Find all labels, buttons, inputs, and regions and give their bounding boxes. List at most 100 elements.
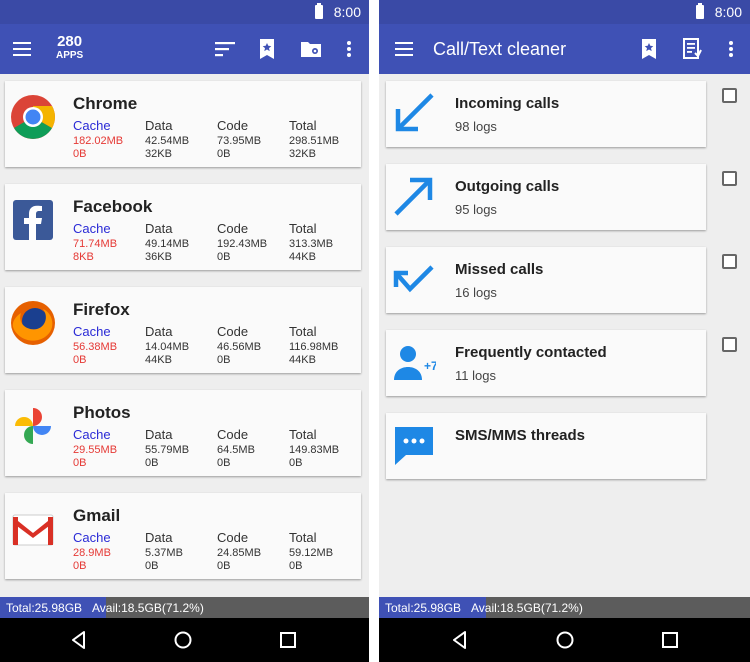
app-cache-screen: 8:00 280 APPS Chrome Cache 182.02MB 0B D… — [0, 0, 369, 662]
folder-settings-icon[interactable] — [299, 37, 323, 61]
total-value: 298.51MB — [289, 135, 340, 147]
cache-label: Cache — [73, 427, 111, 442]
recents-icon[interactable] — [660, 630, 680, 650]
code-value: 73.95MB — [217, 135, 262, 147]
bookmark-star-icon[interactable] — [255, 37, 279, 61]
data-value-2: 36KB — [145, 251, 172, 263]
code-column: Code 64.5MB 0B — [217, 428, 255, 470]
frequently-contacted-checkbox[interactable] — [722, 337, 737, 352]
storage-total: Total:25.98GB — [6, 601, 83, 615]
item-count: 16 logs — [455, 285, 497, 300]
code-value-2: 0B — [217, 251, 231, 263]
cache-value: 71.74MB — [73, 238, 118, 250]
data-column: Data 42.54MB 32KB — [145, 119, 189, 161]
cache-column: Cache 182.02MB 0B — [73, 119, 123, 161]
cache-column: Cache 29.55MB 0B — [73, 428, 117, 470]
back-icon[interactable] — [69, 630, 89, 650]
cache-value-2: 8KB — [73, 251, 94, 263]
call-text-cleaner-screen: 8:00 Call/Text cleaner Incoming calls 98… — [379, 0, 750, 662]
app-name: Photos — [73, 403, 131, 422]
menu-icon[interactable] — [392, 37, 416, 61]
total-value: 116.98MB — [289, 341, 339, 353]
storage-available: Avail:18.5GB(71.2%) — [471, 601, 583, 615]
cache-value: 29.55MB — [73, 444, 118, 456]
recents-icon[interactable] — [278, 630, 298, 650]
home-icon[interactable] — [555, 630, 575, 650]
total-label: Total — [289, 324, 317, 339]
back-icon[interactable] — [450, 630, 470, 650]
cache-label: Cache — [73, 324, 111, 339]
total-value-2: 44KB — [289, 354, 316, 366]
storage-bar: Total:25.98GB Avail:18.5GB(71.2%) — [0, 597, 369, 618]
sms-mms-threads-card[interactable]: SMS/MMS threads — [386, 413, 706, 479]
code-label: Code — [217, 530, 249, 545]
code-value: 64.5MB — [217, 444, 255, 456]
missed-calls-card[interactable]: Missed calls 16 logs — [386, 247, 706, 313]
app-card-gmail[interactable]: Gmail Cache 28.9MB 0B Data 5.37MB 0B Code 24.… — [5, 493, 361, 579]
data-value: 5.37MB — [145, 547, 183, 559]
incoming-calls-checkbox[interactable] — [722, 88, 737, 103]
code-value: 24.85MB — [217, 547, 262, 559]
page-title: Call/Text cleaner — [433, 39, 567, 59]
code-label: Code — [217, 427, 249, 442]
incoming-calls-card[interactable]: Incoming calls 98 logs — [386, 81, 706, 147]
item-count: 98 logs — [455, 119, 497, 134]
app-card-chrome[interactable]: Chrome Cache 182.02MB 0B Data 42.54MB 32KB C… — [5, 81, 361, 167]
list-document-icon[interactable] — [680, 37, 704, 61]
status-bar: 8:00 — [379, 0, 750, 24]
app-card-firefox[interactable]: Firefox Cache 56.38MB 0B Data 14.04MB 44KB C… — [5, 287, 361, 373]
item-title: Outgoing calls — [455, 178, 560, 195]
app-card-facebook[interactable]: Facebook Cache 71.74MB 8KB Data 49.14MB 36KB… — [5, 184, 361, 270]
app-count: 280 APPS — [56, 34, 83, 61]
storage-total: Total:25.98GB — [385, 601, 462, 615]
data-label: Data — [145, 530, 173, 545]
outgoing-calls-checkbox[interactable] — [722, 171, 737, 186]
data-value-2: 32KB — [145, 148, 172, 160]
data-value: 42.54MB — [145, 135, 190, 147]
code-label: Code — [217, 221, 249, 236]
battery-icon — [696, 3, 704, 19]
total-column: Total 149.83MB 0B — [289, 428, 339, 470]
menu-icon[interactable] — [10, 37, 34, 61]
total-value-2: 0B — [289, 560, 303, 572]
cache-value-2: 0B — [73, 457, 87, 469]
outgoing-calls-card[interactable]: Outgoing calls 95 logs — [386, 164, 706, 230]
app-name: Gmail — [73, 506, 121, 525]
outgoing-arrow-icon — [394, 177, 433, 216]
overflow-menu-icon[interactable] — [719, 37, 743, 61]
sort-icon[interactable] — [213, 37, 237, 61]
cache-value: 56.38MB — [73, 341, 118, 353]
data-label: Data — [145, 221, 173, 236]
total-label: Total — [289, 427, 317, 442]
data-column: Data 5.37MB 0B — [145, 531, 183, 573]
status-time: 8:00 — [714, 4, 742, 20]
firefox-icon — [11, 301, 55, 345]
item-title: Missed calls — [455, 261, 544, 278]
code-column: Code 24.85MB 0B — [217, 531, 261, 573]
chrome-icon — [11, 95, 55, 139]
code-column: Code 46.56MB 0B — [217, 325, 261, 367]
incoming-arrow-icon — [395, 93, 434, 132]
code-column: Code 192.43MB 0B — [217, 222, 267, 264]
code-value-2: 0B — [217, 148, 231, 160]
item-count: 11 logs — [455, 368, 496, 383]
cache-value: 28.9MB — [73, 547, 111, 559]
item-count: 95 logs — [455, 202, 497, 217]
data-label: Data — [145, 118, 173, 133]
total-column: Total 59.12MB 0B — [289, 531, 333, 573]
code-column: Code 73.95MB 0B — [217, 119, 261, 161]
total-value: 59.12MB — [289, 547, 334, 559]
overflow-menu-icon[interactable] — [337, 37, 361, 61]
code-label: Code — [217, 118, 249, 133]
bookmark-star-icon[interactable] — [637, 37, 661, 61]
app-card-photos[interactable]: Photos Cache 29.55MB 0B Data 55.79MB 0B Code… — [5, 390, 361, 476]
data-value: 55.79MB — [145, 444, 190, 456]
code-label: Code — [217, 324, 249, 339]
code-value: 192.43MB — [217, 238, 268, 250]
item-title: SMS/MMS threads — [455, 427, 586, 444]
app-name: Firefox — [73, 300, 130, 319]
home-icon[interactable] — [173, 630, 193, 650]
nav-bar — [379, 618, 750, 662]
missed-calls-checkbox[interactable] — [722, 254, 737, 269]
frequently-contacted-card[interactable]: +7 Frequently contacted 11 logs — [386, 330, 706, 396]
